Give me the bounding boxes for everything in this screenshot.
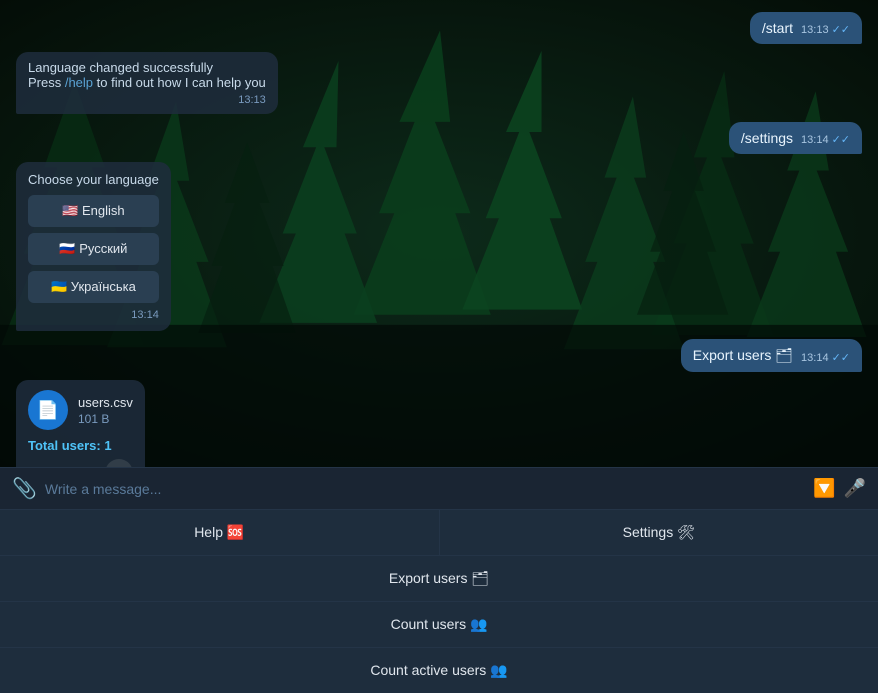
lang-changed-time: 13:13 <box>28 94 266 106</box>
settings-time: 13:14 ✓✓ <box>801 133 850 146</box>
bubble-choose-lang: Choose your language 🇺🇸 English 🇷🇺 Русск… <box>16 162 171 331</box>
bubble-file: 📄 users.csv 101 B Total users: 1 13:14 ↩ <box>16 380 145 467</box>
bubble-export: Export users 🗂 13:14 ✓✓ <box>681 339 862 372</box>
choose-lang-title: Choose your language <box>28 172 159 187</box>
message-lang-changed: Language changed successfully Press /hel… <box>16 52 862 114</box>
chat-messages: /start 13:13 ✓✓ Language changed success… <box>0 0 878 467</box>
file-icon[interactable]: 📄 <box>28 390 68 430</box>
help-link[interactable]: /help <box>65 75 93 90</box>
message-choose-lang: Choose your language 🇺🇸 English 🇷🇺 Русск… <box>16 162 862 331</box>
bottom-buttons: Help 🆘 Settings 🛠 Export users 🗂 Count u… <box>0 509 878 693</box>
bubble-start: /start 13:13 ✓✓ <box>750 12 862 44</box>
settings-button[interactable]: Settings 🛠 <box>440 510 878 555</box>
choose-lang-time: 13:14 <box>28 309 159 321</box>
attach-icon[interactable]: 📎 <box>12 476 37 501</box>
lang-btn-ukrainian[interactable]: 🇺🇦 Українська <box>28 271 159 303</box>
export-users-button[interactable]: Export users 🗂 <box>0 556 878 601</box>
file-info: users.csv 101 B <box>78 395 133 426</box>
message-export: Export users 🗂 13:14 ✓✓ <box>16 339 862 372</box>
bubble-lang-changed: Language changed successfully Press /hel… <box>16 52 278 114</box>
help-button[interactable]: Help 🆘 <box>0 510 439 555</box>
count-users-button[interactable]: Count users 👥 <box>0 602 878 647</box>
file-bottom: 13:14 ↩ <box>28 459 133 467</box>
file-name: users.csv <box>78 395 133 410</box>
read-check: ✓✓ <box>832 23 850 36</box>
file-size: 101 B <box>78 412 133 426</box>
settings-text: /settings <box>741 130 793 146</box>
start-text: /start <box>762 20 793 36</box>
lang-btn-russian[interactable]: 🇷🇺 Русский <box>28 233 159 265</box>
input-area: 📎 🔽 🎤 <box>0 467 878 509</box>
read-check-export: ✓✓ <box>832 351 850 364</box>
input-right-buttons: 🔽 🎤 <box>813 478 866 499</box>
read-check-settings: ✓✓ <box>832 133 850 146</box>
voice-icon[interactable]: 🎤 <box>844 478 866 499</box>
chat-area: /start 13:13 ✓✓ Language changed success… <box>0 0 878 467</box>
total-users: Total users: 1 <box>28 438 133 453</box>
message-input[interactable] <box>45 477 805 501</box>
message-start: /start 13:13 ✓✓ <box>16 12 862 44</box>
count-active-users-button[interactable]: Count active users 👥 <box>0 648 878 693</box>
lang-changed-text: Language changed successfully Press /hel… <box>28 60 266 90</box>
emoji-icon[interactable]: 🔽 <box>813 478 835 499</box>
forward-button[interactable]: ↩ <box>105 459 133 467</box>
message-settings: /settings 13:14 ✓✓ <box>16 122 862 154</box>
bubble-settings: /settings 13:14 ✓✓ <box>729 122 862 154</box>
export-text: Export users 🗂 <box>693 347 793 364</box>
start-time: 13:13 ✓✓ <box>801 23 850 36</box>
lang-btn-english[interactable]: 🇺🇸 English <box>28 195 159 227</box>
export-time: 13:14 ✓✓ <box>801 351 850 364</box>
message-file: 📄 users.csv 101 B Total users: 1 13:14 ↩ <box>16 380 862 467</box>
file-row: 📄 users.csv 101 B <box>28 390 133 430</box>
